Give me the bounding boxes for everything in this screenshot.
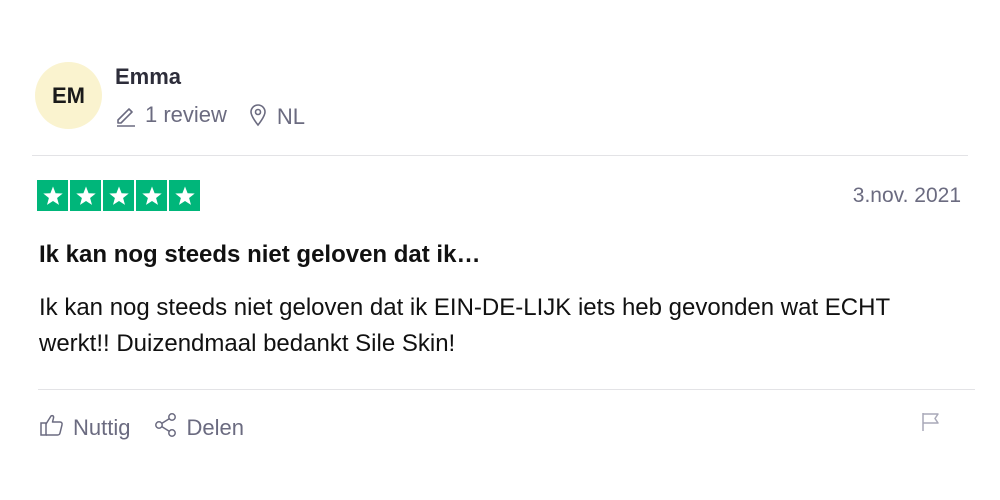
review-count: 1 review — [145, 102, 227, 127]
report-button[interactable] — [920, 411, 942, 438]
star-icon — [37, 180, 68, 211]
star-icon — [103, 180, 134, 211]
reviewer-name[interactable]: Emma — [115, 64, 181, 90]
share-icon — [154, 412, 178, 444]
divider — [38, 389, 975, 390]
star-icon — [169, 180, 200, 211]
star-icon — [70, 180, 101, 211]
reviewer-meta: 1 review NL — [115, 100, 305, 130]
review-card: EM Emma 1 review NL 3.nov. 2021 Ik kan n… — [0, 0, 1000, 500]
useful-button[interactable]: Nuttig — [39, 412, 130, 444]
star-rating — [37, 180, 200, 211]
reviewer-country: NL — [276, 104, 306, 129]
useful-label: Nuttig — [73, 415, 131, 440]
review-date: 3.nov. 2021 — [852, 184, 961, 207]
pencil-icon — [115, 103, 137, 127]
review-actions: Nuttig Delen — [39, 412, 244, 444]
star-icon — [136, 180, 167, 211]
share-label: Delen — [186, 415, 244, 440]
divider — [32, 155, 968, 156]
location-pin-icon — [249, 103, 267, 127]
avatar[interactable]: EM — [35, 62, 102, 129]
share-button[interactable]: Delen — [154, 412, 244, 444]
avatar-initials: EM — [52, 82, 85, 108]
review-title[interactable]: Ik kan nog steeds niet geloven dat ik… — [39, 241, 480, 269]
flag-icon — [920, 413, 942, 437]
thumbs-up-icon — [39, 412, 65, 444]
review-body: Ik kan nog steeds niet geloven dat ik EI… — [39, 294, 890, 357]
